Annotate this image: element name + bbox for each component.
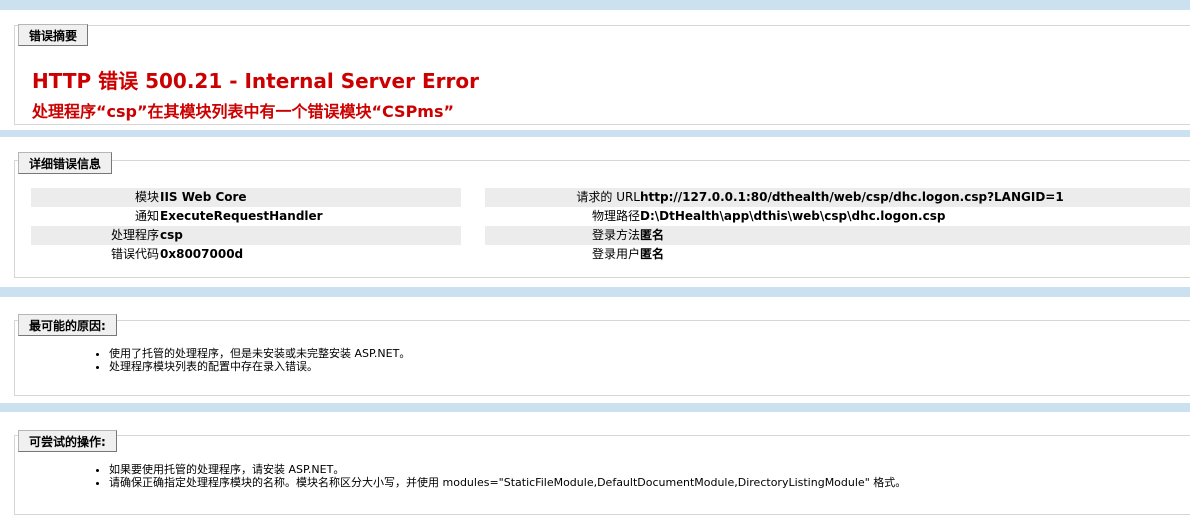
detail-label: 通知 — [134, 209, 159, 223]
detail-value: csp — [160, 228, 183, 242]
actions-panel: 可尝试的操作: 如果要使用托管的处理程序，请安装 ASP.NET。 请确保正确指… — [0, 412, 1190, 522]
detail-value: D:\DtHealth\app\dthis\web\csp\dhc.logon.… — [640, 209, 946, 223]
detail-value: 0x8007000d — [160, 247, 244, 261]
likely-causes-list: 使用了托管的处理程序，但是未安装或未完整安装 ASP.NET。 处理程序模块列表… — [93, 347, 410, 373]
detail-row-handler: 处理程序 csp — [31, 226, 461, 245]
list-item: 处理程序模块列表的配置中存在录入错误。 — [109, 360, 410, 373]
detail-row-requested-url: 请求的 URL http://127.0.0.1:80/dthealth/web… — [485, 188, 1190, 207]
error-title: HTTP 错误 500.21 - Internal Server Error — [32, 69, 479, 93]
detail-label: 请求的 URL — [576, 190, 640, 204]
detail-value: 匿名 — [640, 247, 665, 261]
detail-row-error-code: 错误代码 0x8007000d — [31, 245, 461, 264]
detail-row-physical-path: 物理路径 D:\DtHealth\app\dthis\web\csp\dhc.l… — [485, 207, 1190, 226]
list-item: 使用了托管的处理程序，但是未安装或未完整安装 ASP.NET。 — [109, 347, 410, 360]
detail-value: ExecuteRequestHandler — [160, 209, 323, 223]
detail-label: 物理路径 — [591, 209, 640, 223]
error-summary-legend: 错误摘要 — [18, 24, 89, 46]
detail-label: 处理程序 — [110, 228, 159, 242]
error-summary-panel: 错误摘要 HTTP 错误 500.21 - Internal Server Er… — [0, 10, 1190, 130]
detail-label: 登录用户 — [591, 247, 640, 261]
detail-row-logon-user: 登录用户 匿名 — [485, 245, 1190, 264]
actions-list: 如果要使用托管的处理程序，请安装 ASP.NET。 请确保正确指定处理程序模块的… — [93, 463, 906, 489]
list-item: 请确保正确指定处理程序模块的名称。模块名称区分大小写，并使用 modules="… — [109, 476, 906, 489]
list-item: 如果要使用托管的处理程序，请安装 ASP.NET。 — [109, 463, 906, 476]
detail-row-logon-method: 登录方法 匿名 — [485, 226, 1190, 245]
likely-causes-panel: 最可能的原因: 使用了托管的处理程序，但是未安装或未完整安装 ASP.NET。 … — [0, 297, 1190, 403]
detail-value: 匿名 — [640, 228, 665, 242]
detail-label: 错误代码 — [110, 247, 159, 261]
detailed-error-panel: 详细错误信息 模块 IIS Web Core 通知 ExecuteRequest… — [0, 137, 1190, 287]
error-subtitle: 处理程序“csp”在其模块列表中有一个错误模块“CSPms” — [32, 102, 455, 121]
actions-legend: 可尝试的操作: — [18, 430, 117, 452]
detail-value: http://127.0.0.1:80/dthealth/web/csp/dhc… — [640, 190, 1064, 204]
detail-value: IIS Web Core — [160, 190, 247, 204]
detail-row-module: 模块 IIS Web Core — [31, 188, 461, 207]
likely-causes-legend: 最可能的原因: — [18, 314, 117, 336]
detail-label: 模块 — [134, 190, 159, 204]
detail-row-notification: 通知 ExecuteRequestHandler — [31, 207, 461, 226]
detail-label: 登录方法 — [591, 228, 640, 242]
detailed-error-legend: 详细错误信息 — [18, 152, 113, 174]
